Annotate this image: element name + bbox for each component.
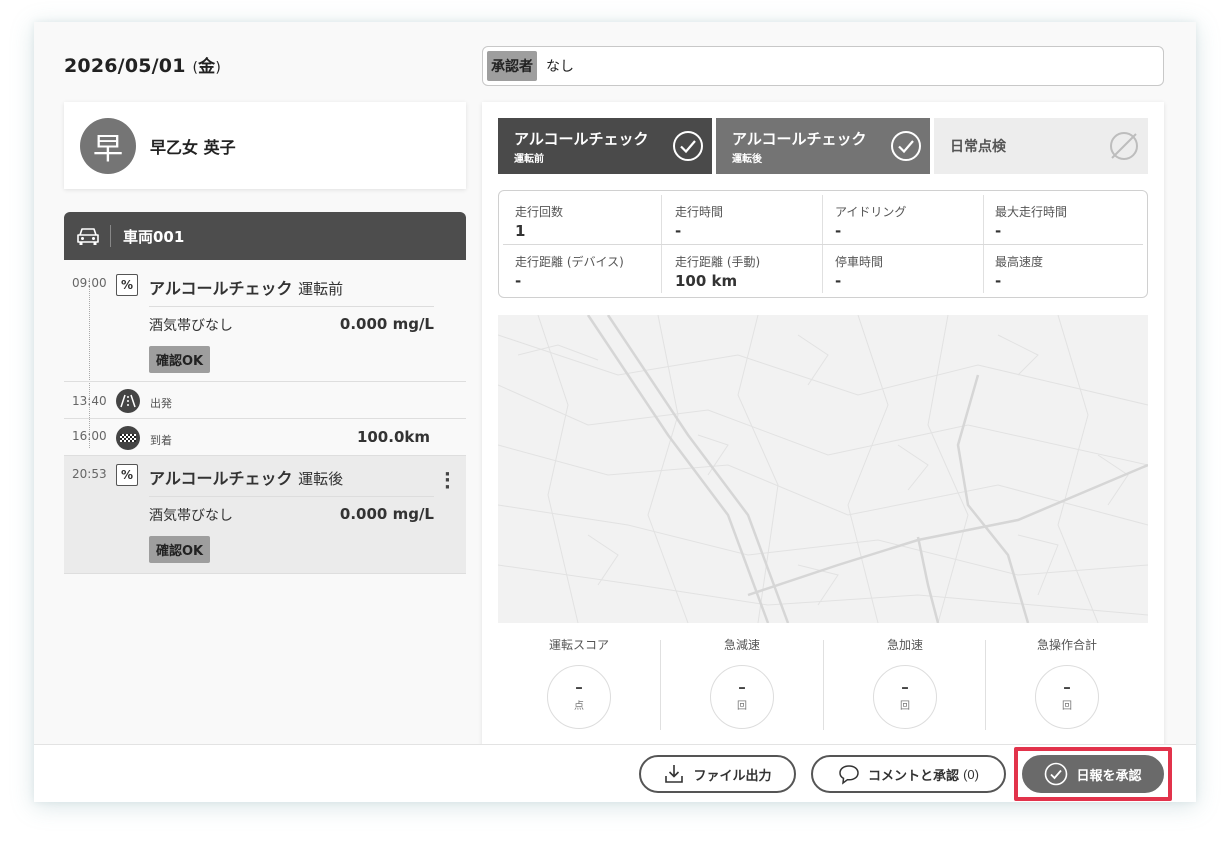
approve-report-button[interactable]: 日報を承認: [1022, 755, 1164, 793]
timeline-item-check-before[interactable]: 09:00 % アルコールチェック 運転前 酒気帯びなし 0.000 mg/L …: [64, 264, 466, 382]
score-driving: 運転スコア – 点: [498, 632, 660, 732]
driving-scores: 運転スコア – 点 急減速 – 回 急加速 – 回 急操作合計 – 回: [498, 632, 1148, 732]
percent-icon: %: [116, 464, 138, 486]
stat-driving-time: 走行時間 -: [675, 205, 724, 240]
stat-distance-manual: 走行距離 (手動) 100 km: [675, 255, 761, 290]
distance-value: 100.0km: [356, 428, 430, 446]
check-circle-icon: [673, 131, 703, 161]
stat-stop-time: 停車時間 -: [835, 255, 884, 290]
status-badge: 確認OK: [149, 346, 211, 373]
approver-field: 承認者 なし: [482, 46, 1164, 86]
daily-report-panel: 2026/05/01 (金) 承認者 なし 早 早乙女 英子 車両001 09:…: [34, 22, 1196, 802]
check-result-row: 酒気帯びなし 0.000 mg/L: [149, 496, 434, 525]
score-hard-braking: 急減速 – 回: [661, 632, 823, 732]
stat-max-speed: 最高速度 -: [995, 255, 1044, 290]
check-circle-icon: [1045, 762, 1068, 786]
timeline-time: 09:00: [72, 276, 107, 290]
check-circle-icon: [891, 131, 921, 161]
tab-alcohol-check-after[interactable]: アルコールチェック 運転後: [716, 118, 930, 174]
report-date: 2026/05/01 (金): [64, 55, 222, 77]
export-file-button[interactable]: ファイル出力: [639, 755, 796, 793]
comment-count: (0): [963, 766, 979, 782]
timeline-item-depart: 13:40 出発: [64, 382, 466, 419]
detail-panel: アルコールチェック 運転前 アルコールチェック 運転後 日常点検 走行回数 1 走…: [482, 102, 1164, 802]
driving-stats: 走行回数 1 走行時間 - アイドリング - 最大走行時間 - 走行距離 (デバイス) -…: [498, 190, 1148, 298]
stat-idling: アイドリング -: [835, 205, 907, 240]
road-icon: [116, 389, 140, 413]
timeline-item-check-after[interactable]: 20:53 % アルコールチェック 運転後 · · · 酒気帯びなし 0.000 m…: [64, 456, 466, 574]
avatar: 早: [80, 117, 136, 174]
download-icon: [665, 765, 684, 783]
stat-trip-count: 走行回数 1: [515, 205, 564, 240]
stat-distance-device: 走行距離 (デバイス) -: [515, 255, 624, 290]
finish-flag-icon: [116, 426, 140, 450]
vehicle-header: 車両001: [64, 212, 466, 260]
status-badge: 確認OK: [149, 536, 211, 563]
check-result-row: 酒気帯びなし 0.000 mg/L: [149, 306, 434, 335]
more-options-icon[interactable]: · · ·: [444, 466, 451, 496]
tab-alcohol-check-before[interactable]: アルコールチェック 運転前: [498, 118, 712, 174]
car-icon: [76, 226, 100, 246]
comment-and-approve-button[interactable]: コメントと承認 (0): [811, 755, 1006, 793]
route-map[interactable]: [498, 315, 1148, 623]
driver-card: 早 早乙女 英子: [64, 102, 466, 189]
footer-actions: ファイル出力 コメントと承認 (0) 日報を承認: [34, 744, 1196, 802]
tab-daily-inspection[interactable]: 日常点検: [934, 118, 1148, 174]
speech-bubble-icon: [839, 765, 859, 785]
map-canvas: [498, 315, 1148, 623]
timeline-item-arrive: 16:00 到着 100.0km: [64, 419, 466, 456]
day-of-week: 金: [198, 57, 216, 77]
vehicle-name: 車両001: [123, 227, 185, 246]
score-hard-acceleration: 急加速 – 回: [824, 632, 986, 732]
stat-max-driving-time: 最大走行時間 -: [995, 205, 1068, 240]
not-done-icon: [1110, 132, 1138, 160]
score-total-sudden: 急操作合計 – 回: [986, 632, 1148, 732]
approver-value: なし: [546, 59, 574, 75]
percent-icon: %: [116, 274, 138, 296]
timeline: 09:00 % アルコールチェック 運転前 酒気帯びなし 0.000 mg/L …: [64, 264, 466, 574]
driver-name: 早乙女 英子: [150, 137, 236, 157]
approver-label: 承認者: [487, 51, 537, 81]
